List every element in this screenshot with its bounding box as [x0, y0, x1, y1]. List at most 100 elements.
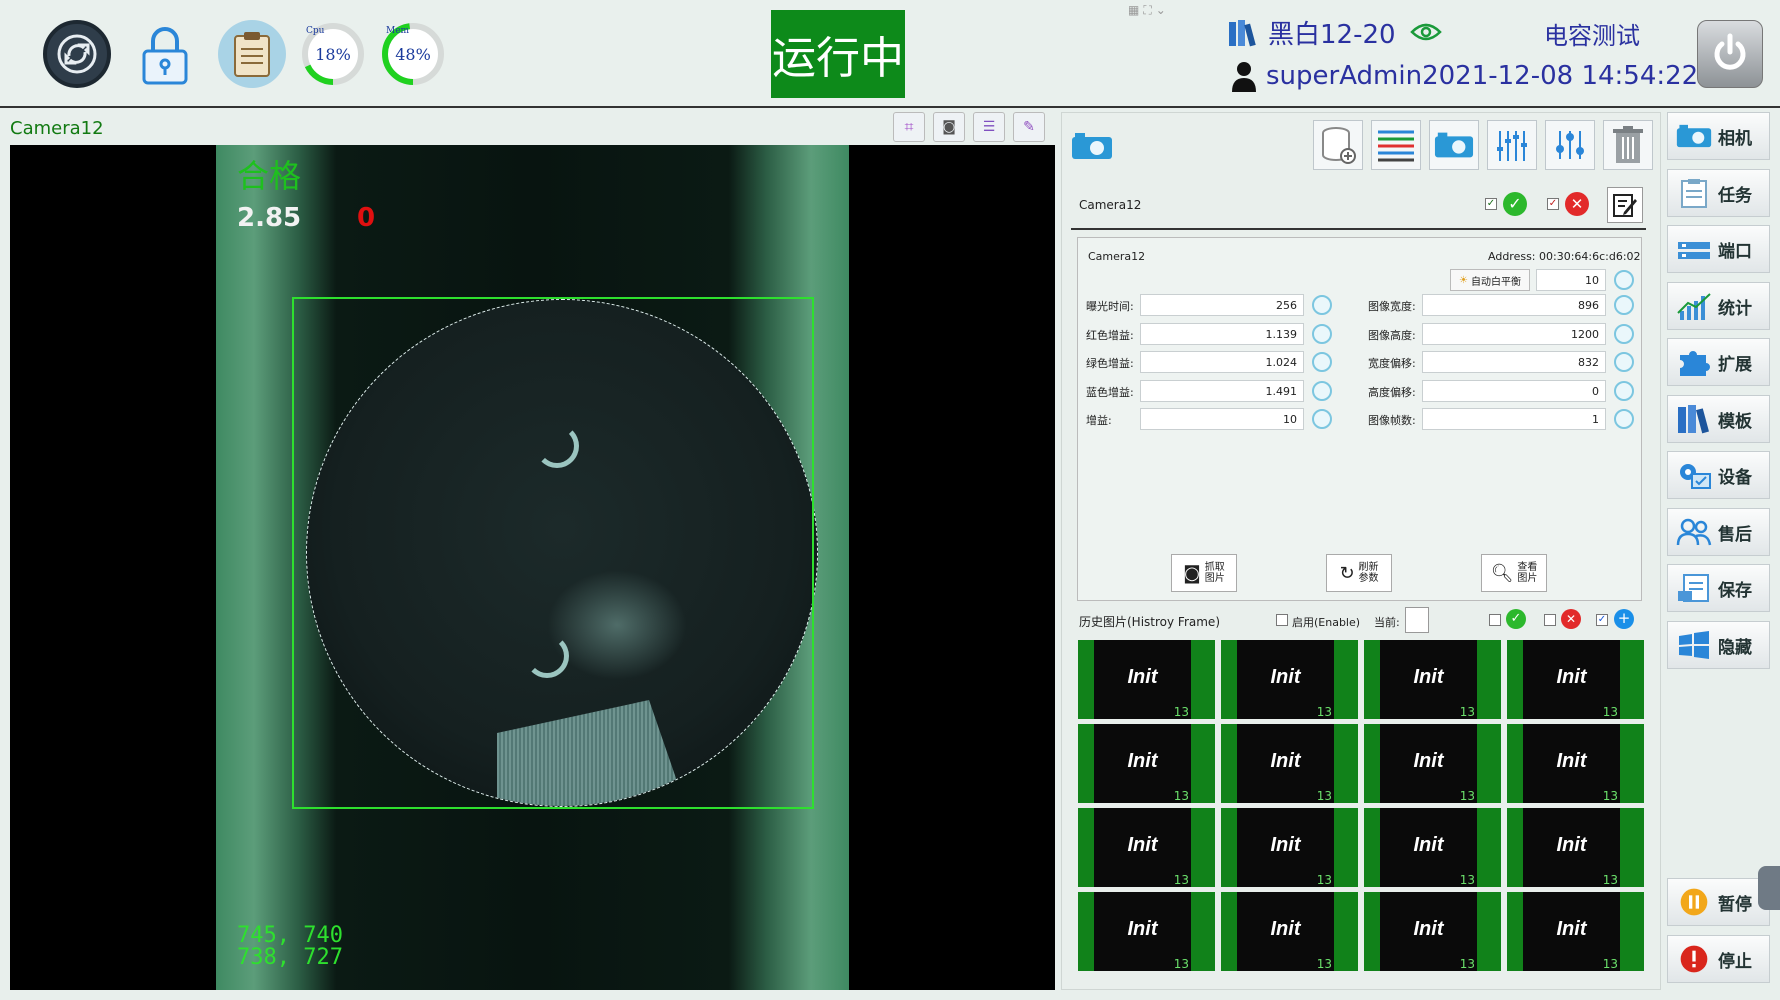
- history-thumbnail[interactable]: Init 13: [1221, 808, 1358, 887]
- nav-port[interactable]: 端口: [1667, 225, 1770, 273]
- width-apply-button[interactable]: [1614, 295, 1634, 315]
- power-button[interactable]: [1697, 20, 1763, 88]
- height-apply-button[interactable]: [1614, 324, 1634, 344]
- history-thumbnail[interactable]: Init 13: [1078, 808, 1215, 887]
- list-button[interactable]: [1371, 120, 1421, 170]
- sun-icon: ☀: [1459, 274, 1468, 286]
- height-field[interactable]: 1200: [1422, 323, 1606, 345]
- history-thumbnail[interactable]: Init 13: [1078, 892, 1215, 971]
- green-gain-field[interactable]: 1.024: [1140, 351, 1304, 373]
- list-view-button[interactable]: ☰: [973, 112, 1005, 142]
- history-thumbnail[interactable]: Init 13: [1364, 808, 1501, 887]
- fullscreen-icon[interactable]: ⛶: [1143, 3, 1151, 18]
- gain-field[interactable]: 10: [1140, 408, 1304, 430]
- history-thumbnail[interactable]: Init 13: [1364, 892, 1501, 971]
- thumbnail-status: Init: [1413, 834, 1444, 856]
- red-gain-field[interactable]: 1.139: [1140, 323, 1304, 345]
- camera-row[interactable]: Camera12 ✓ ✓ ✓ ✕: [1071, 182, 1646, 230]
- thumbnail-status: Init: [1127, 918, 1158, 940]
- refresh-icon: ↻: [1339, 562, 1355, 584]
- coordinate-readout-2: 738, 727: [237, 945, 343, 970]
- eye-icon[interactable]: [1410, 20, 1442, 44]
- green-gain-apply-button[interactable]: [1312, 352, 1332, 372]
- ok-filter-checkbox[interactable]: ✓: [1485, 198, 1497, 210]
- camera-row-name: Camera12: [1079, 198, 1142, 212]
- exposure-field[interactable]: 256: [1140, 294, 1304, 316]
- adjust-button[interactable]: [1545, 120, 1595, 170]
- capture-image-button[interactable]: ◙ 抓取 图片: [1171, 554, 1237, 592]
- nav-stats[interactable]: 统计: [1667, 282, 1770, 330]
- thumbnail-status: Init: [1270, 750, 1301, 772]
- history-ng-checkbox[interactable]: [1544, 614, 1556, 626]
- frame-count-apply-button[interactable]: [1614, 409, 1634, 429]
- refresh-params-button[interactable]: ↻ 刷新 参数: [1326, 554, 1392, 592]
- awb-value-field[interactable]: 10: [1536, 269, 1606, 291]
- frame-count-field[interactable]: 1: [1422, 408, 1606, 430]
- nav-camera[interactable]: 相机: [1667, 112, 1770, 160]
- auto-white-balance-button[interactable]: ☀ 自动白平衡: [1450, 269, 1530, 291]
- chevron-down-icon[interactable]: ⌄: [1156, 3, 1166, 17]
- side-panel-handle[interactable]: [1758, 866, 1780, 910]
- nav-task[interactable]: 任务: [1667, 169, 1770, 217]
- awb-apply-button[interactable]: [1614, 270, 1634, 290]
- fit-view-button[interactable]: ⌗: [893, 112, 925, 142]
- view-image-button[interactable]: 🔍︎ 查看 图片: [1481, 554, 1547, 592]
- nav-save[interactable]: 保存: [1667, 564, 1770, 612]
- history-thumbnail[interactable]: Init 13: [1078, 724, 1215, 803]
- thumbnail-index: 13: [1316, 873, 1332, 887]
- history-thumbnail[interactable]: Init 13: [1507, 808, 1644, 887]
- history-thumbnail[interactable]: Init 13: [1364, 640, 1501, 719]
- blue-gain-field[interactable]: 1.491: [1140, 380, 1304, 402]
- camera-toolbar: ⌗ ◙ ☰ ✎: [893, 112, 1045, 142]
- history-enable-checkbox[interactable]: [1276, 614, 1288, 626]
- nav-extend[interactable]: 扩展: [1667, 338, 1770, 386]
- refresh-button[interactable]: [43, 20, 111, 88]
- camera-settings-button[interactable]: [1429, 120, 1479, 170]
- history-ok-checkbox[interactable]: [1489, 614, 1501, 626]
- offset-x-apply-button[interactable]: [1614, 352, 1634, 372]
- nav-service[interactable]: 售后: [1667, 508, 1770, 556]
- gain-apply-button[interactable]: [1312, 409, 1332, 429]
- history-enable-label: 启用(Enable): [1292, 616, 1361, 629]
- current-label: 当前:: [1374, 616, 1400, 629]
- delete-button[interactable]: [1603, 120, 1653, 170]
- capture-label: 抓取 图片: [1205, 562, 1225, 584]
- stop-button[interactable]: 停止: [1667, 935, 1770, 983]
- nav-hide[interactable]: 隐藏: [1667, 621, 1770, 669]
- current-frame-box[interactable]: [1405, 607, 1429, 633]
- lock-button[interactable]: [140, 24, 190, 86]
- offset-y-field[interactable]: 0: [1422, 380, 1606, 402]
- exposure-apply-button[interactable]: [1312, 295, 1332, 315]
- grid-icon[interactable]: ▦: [1128, 3, 1139, 17]
- history-thumbnail[interactable]: Init 13: [1507, 640, 1644, 719]
- thumbnail-index: 13: [1602, 873, 1618, 887]
- levels-button[interactable]: [1487, 120, 1537, 170]
- ng-count: 0: [357, 203, 376, 233]
- snapshot-button[interactable]: ◙: [933, 112, 965, 142]
- camera-image-view[interactable]: 合格 2.85 0 745, 740 738, 727: [10, 145, 1055, 990]
- edit-button[interactable]: [1607, 187, 1643, 223]
- ng-filter-checkbox[interactable]: ✓: [1547, 198, 1559, 210]
- tools-button[interactable]: ✎: [1013, 112, 1045, 142]
- history-all-checkbox[interactable]: ✓: [1596, 614, 1608, 626]
- log-button[interactable]: [218, 20, 286, 88]
- history-thumbnail[interactable]: Init 13: [1507, 892, 1644, 971]
- magnifier-icon: 🔍︎: [1490, 562, 1514, 584]
- roi-rectangle[interactable]: [292, 297, 814, 809]
- red-gain-apply-button[interactable]: [1312, 324, 1332, 344]
- history-thumbnail[interactable]: Init 13: [1221, 640, 1358, 719]
- nav-device[interactable]: 设备: [1667, 451, 1770, 499]
- blue-gain-apply-button[interactable]: [1312, 381, 1332, 401]
- offset-y-apply-button[interactable]: [1614, 381, 1634, 401]
- offset-x-field[interactable]: 832: [1422, 351, 1606, 373]
- offset-y-label: 高度偏移:: [1368, 386, 1416, 399]
- history-thumbnail[interactable]: Init 13: [1364, 724, 1501, 803]
- pause-button[interactable]: 暂停: [1667, 878, 1770, 926]
- width-field[interactable]: 896: [1422, 294, 1606, 316]
- history-thumbnail[interactable]: Init 13: [1221, 724, 1358, 803]
- history-thumbnail[interactable]: Init 13: [1078, 640, 1215, 719]
- nav-template[interactable]: 模板: [1667, 395, 1770, 443]
- history-thumbnail[interactable]: Init 13: [1221, 892, 1358, 971]
- history-thumbnail[interactable]: Init 13: [1507, 724, 1644, 803]
- add-camera-button[interactable]: [1313, 120, 1363, 170]
